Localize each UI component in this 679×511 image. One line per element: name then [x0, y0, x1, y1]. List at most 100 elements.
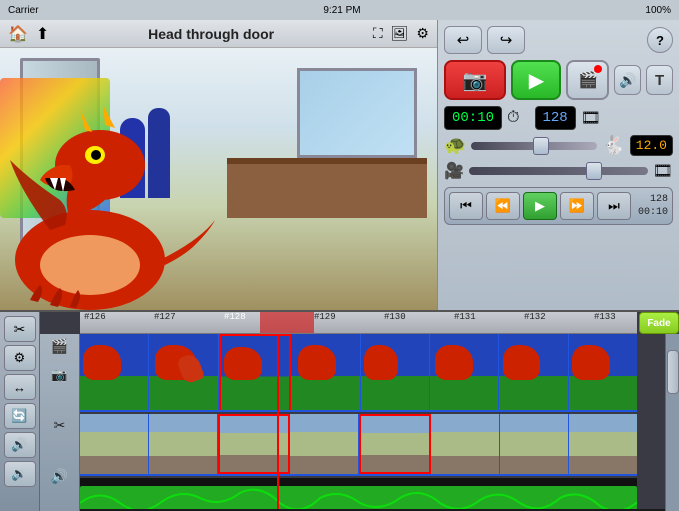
video-track [80, 414, 637, 476]
turtle-icon: 🐢 [444, 135, 466, 156]
anim-cell-6 [430, 334, 499, 410]
undo-redo-row: ↩ ↪ ? [444, 26, 673, 54]
title-bar: 🏠 ⬆ Head through door ⛶ 🖼 ⚙ [0, 20, 437, 48]
scrubber-track[interactable] [469, 167, 648, 175]
status-bar: Carrier 9:21 PM 100% [0, 0, 679, 20]
anim-track-icon: 🎬 [51, 338, 68, 355]
scrollbar-thumb[interactable] [667, 350, 679, 394]
audio-btn[interactable]: 🔊 [4, 432, 36, 458]
track-area [80, 334, 637, 509]
timeline-outer-toolbar: ✂ ⚙ ↔ 🔄 🔊 🔉 [0, 312, 40, 511]
movie-icon: 🎥 [444, 161, 464, 181]
share-btn[interactable]: ⬆ [36, 24, 49, 44]
speed-slider-row: 🐢 🐇 12.0 [444, 135, 673, 156]
home-btn[interactable]: 🏠 [8, 24, 28, 44]
frame-display: 128 [535, 106, 576, 130]
playhead-line [277, 334, 279, 509]
camera-icon: 📷 [463, 68, 488, 93]
fade-btn[interactable]: Fade [639, 312, 679, 334]
transform-btn[interactable]: ⚙ [4, 345, 36, 371]
anim-cell-4 [291, 334, 360, 410]
anim-cell-8 [569, 334, 637, 410]
scissors-track-icon: ✂ [54, 417, 66, 434]
rec-indicator [594, 65, 602, 73]
transport-bar: ⏮ ⏪ ▶ ⏩ ⏭ 128 00:10 [444, 187, 673, 225]
ruler-marks-row: #126 #127 #128 #129 #130 #131 #132 #133 [80, 312, 637, 333]
carrier-label: Carrier [8, 5, 39, 16]
title-right-btns: ⛶ 🖼 ⚙ [373, 25, 429, 42]
text-btn[interactable]: T [646, 65, 673, 95]
video-cell-3-selected [218, 414, 290, 474]
anim-cell-7 [499, 334, 568, 410]
speed-slider-track[interactable] [471, 142, 597, 150]
video-cell-4 [290, 414, 359, 474]
right-panel: ↩ ↪ ? 📷 ▶ 🎬 🔊 T 00:10 ⏱ 128 🎞 🐢 🐇 12.0 🎥 [437, 20, 679, 310]
window [297, 68, 417, 158]
speed-slider-thumb[interactable] [533, 137, 549, 155]
ruler-mark-131: #131 [454, 312, 476, 322]
video-cell-2 [149, 414, 218, 474]
speaker-btn[interactable]: 🔊 [614, 65, 641, 95]
ruler-mark-130: #130 [384, 312, 406, 322]
clock-icon: ⏱ [507, 109, 519, 127]
animation-track [80, 334, 637, 412]
action-buttons-row: 📷 ▶ 🎬 🔊 T [444, 60, 673, 100]
anim-cell-5 [361, 334, 430, 410]
video-export-btn[interactable]: 🎬 [566, 60, 609, 100]
video-cell-7 [500, 414, 569, 474]
scrubber-row: 🎥 🎞 [444, 161, 673, 181]
redo-btn[interactable]: ↪ [487, 26, 525, 54]
battery-label: 100% [645, 5, 671, 16]
title-left-btns: 🏠 ⬆ [8, 24, 49, 44]
anim-cell-1 [80, 334, 149, 410]
undo-btn[interactable]: ↩ [444, 26, 482, 54]
audio-track-icon: 🔊 [51, 468, 68, 485]
video-cell-8 [569, 414, 637, 474]
video-cell-6 [431, 414, 500, 474]
timeline-inner-toolbar: 🎬 📷 ✂ 🔊 [40, 334, 80, 511]
prev-btn[interactable]: ⏪ [486, 192, 520, 220]
film-end-icon: 🎞 [653, 161, 673, 181]
rabbit-icon: 🐇 [602, 135, 624, 156]
skip-start-btn[interactable]: ⏮ [449, 192, 483, 220]
next-btn[interactable]: ⏩ [560, 192, 594, 220]
film-icon: 🎞 [581, 108, 601, 128]
page-title: Head through door [148, 26, 274, 42]
expand-tracks-btn[interactable]: ↔ [4, 374, 36, 400]
transport-play-btn[interactable]: ▶ [523, 192, 557, 220]
skip-end-btn[interactable]: ⏭ [597, 192, 631, 220]
dragon-overlay [0, 100, 220, 310]
audio-track [80, 478, 637, 509]
help-btn[interactable]: ? [647, 27, 673, 53]
timer-display: 00:10 [444, 106, 502, 130]
frame-ruler: #126 #127 #128 #129 #130 #131 #132 #133 [80, 312, 637, 334]
video-cell-1 [80, 414, 149, 474]
transport-counter: 128 00:10 [638, 193, 668, 219]
video-cell-5-selected [359, 414, 431, 474]
ruler-mark-133: #133 [594, 312, 616, 322]
anim-cell-2 [149, 334, 218, 410]
ruler-mark-127: #127 [154, 312, 176, 322]
loop-btn[interactable]: 🔄 [4, 403, 36, 429]
camera-track-icon: 📷 [51, 367, 67, 383]
export-icon[interactable]: 🖼 [391, 25, 409, 42]
settings-icon[interactable]: ⚙ [416, 25, 429, 42]
ruler-mark-128: #128 [224, 312, 246, 322]
time-label: 9:21 PM [323, 5, 360, 16]
scissors-btn[interactable]: ✂ [4, 316, 36, 342]
timeline-area: ✂ ⚙ ↔ 🔄 🔊 🔉 🎬 📷 ✂ 🔊 #126 #127 #128 #129 … [0, 310, 679, 509]
scrubber-thumb[interactable] [586, 162, 602, 180]
anim-cell-3-selected [219, 334, 291, 410]
timeline-scrollbar[interactable] [665, 334, 679, 511]
table [227, 158, 427, 218]
ruler-mark-126: #126 [84, 312, 106, 322]
video-preview [0, 48, 437, 310]
timer-frame-row: 00:10 ⏱ 128 🎞 [444, 106, 673, 130]
play-btn[interactable]: ▶ [511, 60, 561, 100]
ruler-mark-129: #129 [314, 312, 336, 322]
record-btn[interactable]: 📷 [444, 60, 506, 100]
expand-icon[interactable]: ⛶ [373, 25, 383, 42]
audio-off-btn[interactable]: 🔉 [4, 461, 36, 487]
fps-display: 12.0 [630, 135, 673, 156]
ruler-mark-132: #132 [524, 312, 546, 322]
